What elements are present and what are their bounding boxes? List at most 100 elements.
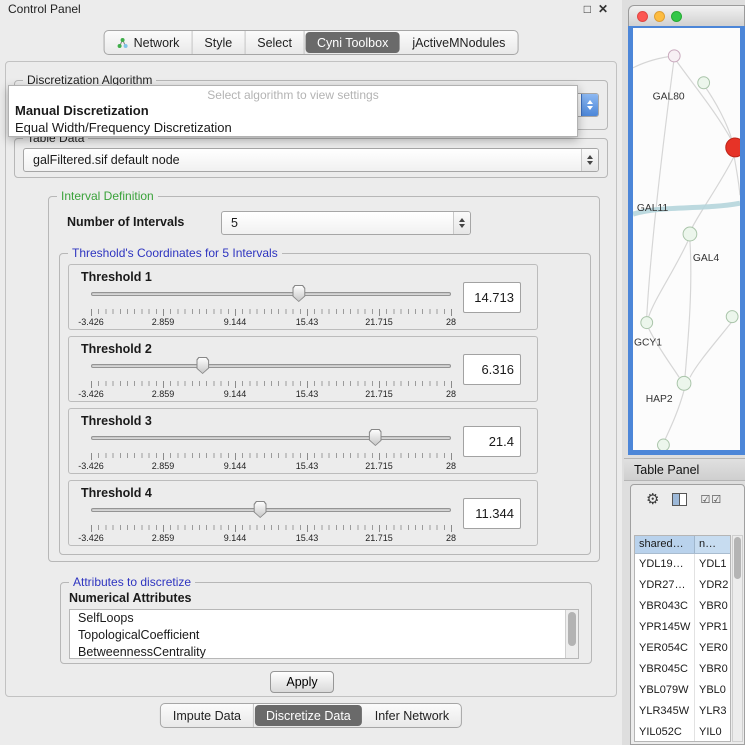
gear-icon[interactable]: ⚙ [646, 492, 659, 507]
threshold-2-slider[interactable] [91, 357, 451, 375]
threshold-4-value-field[interactable]: 11.344 [463, 498, 521, 529]
slider-thumb[interactable] [292, 285, 305, 302]
table-data-combobox[interactable]: galFiltered.sif default node [23, 148, 599, 172]
table-cell[interactable]: YIL0 [695, 722, 730, 742]
combobox-stepper-icon[interactable] [581, 94, 598, 116]
tab-jactivemnodules[interactable]: jActiveMNodules [400, 31, 517, 54]
table-cell[interactable]: YPR1 [695, 617, 730, 638]
table-cell[interactable]: YLR3 [695, 701, 730, 722]
threshold-3-slider[interactable] [91, 429, 451, 447]
tick-label: 21.715 [365, 533, 393, 543]
numerical-attributes-list: SelfLoops TopologicalCoefficient Between… [69, 609, 579, 659]
table-cell[interactable]: YLR345W [635, 701, 695, 722]
table-row[interactable]: YIL052CYIL0 [635, 722, 730, 742]
number-of-intervals-combobox[interactable]: 5 [221, 211, 471, 235]
apply-button[interactable]: Apply [270, 671, 334, 693]
tab-network[interactable]: Network [105, 31, 193, 54]
table-panel-titlebar: Table Panel [624, 458, 745, 481]
network-node[interactable] [641, 317, 653, 329]
tick-label: 15.43 [296, 389, 319, 399]
table-row[interactable]: YPR145WYPR1 [635, 617, 730, 638]
table-cell[interactable]: YDR2 [695, 575, 730, 596]
scrollbar-thumb[interactable] [568, 612, 576, 646]
network-node[interactable] [677, 376, 691, 390]
slider-track[interactable] [91, 436, 451, 440]
tick-label: -3.426 [78, 317, 104, 327]
list-item[interactable]: BetweennessCentrality [70, 644, 578, 659]
tab-cyni-toolbox[interactable]: Cyni Toolbox [306, 32, 399, 53]
tick-label: 2.859 [152, 533, 175, 543]
threshold-2-value-field[interactable]: 6.316 [463, 354, 521, 385]
node-label: GAL4 [693, 253, 720, 264]
close-traffic-light-icon[interactable] [637, 11, 648, 22]
network-node[interactable] [658, 439, 670, 450]
float-window-icon[interactable]: □ [584, 2, 591, 16]
table-cell[interactable]: YPR145W [635, 617, 695, 638]
tab-style[interactable]: Style [192, 31, 245, 54]
tab-impute-data[interactable]: Impute Data [161, 704, 254, 727]
table-cell[interactable]: YBR0 [695, 659, 730, 680]
algorithm-dropdown-popup: Select algorithm to view settings Manual… [8, 85, 578, 137]
table-row[interactable]: YLR345WYLR3 [635, 701, 730, 722]
column-header-name[interactable]: n… [695, 536, 730, 553]
table-scrollbar[interactable] [732, 535, 743, 742]
checkbox-columns-icon[interactable]: ☑☑ [700, 493, 722, 506]
network-node[interactable] [698, 77, 710, 89]
menu-item-manual-discretization[interactable]: Manual Discretization [9, 102, 577, 119]
network-node[interactable] [668, 50, 680, 62]
tick-label: 9.144 [224, 389, 247, 399]
slider-track[interactable] [91, 292, 451, 296]
slider-track[interactable] [91, 508, 451, 512]
table-cell[interactable]: YBL0 [695, 680, 730, 701]
slider-thumb[interactable] [196, 357, 209, 374]
tab-discretize-data[interactable]: Discretize Data [255, 705, 362, 726]
threshold-1-value-field[interactable]: 14.713 [463, 282, 521, 313]
table-row[interactable]: YER054CYER0 [635, 638, 730, 659]
table-cell[interactable]: YER0 [695, 638, 730, 659]
tab-select[interactable]: Select [245, 31, 305, 54]
table-row[interactable]: YDR27…YDR2 [635, 575, 730, 596]
threshold-1-slider[interactable] [91, 285, 451, 303]
slider-tick-labels: -3.4262.8599.14415.4321.71528 [91, 389, 451, 400]
slider-track[interactable] [91, 364, 451, 368]
scrollbar-thumb[interactable] [734, 537, 741, 579]
columns-icon[interactable] [672, 493, 687, 506]
tick-label: 15.43 [296, 317, 319, 327]
table-row[interactable]: YDL19…YDL1 [635, 554, 730, 575]
table-row[interactable]: YBL079WYBL0 [635, 680, 730, 701]
table-cell[interactable]: YDL19… [635, 554, 695, 575]
zoom-traffic-light-icon[interactable] [671, 11, 682, 22]
network-node[interactable] [726, 311, 738, 323]
table-cell[interactable]: YDR27… [635, 575, 695, 596]
list-scrollbar[interactable] [565, 610, 578, 658]
menu-item-equal-width-frequency[interactable]: Equal Width/Frequency Discretization [9, 119, 577, 136]
network-node-red[interactable] [726, 138, 740, 157]
list-item[interactable]: SelfLoops [70, 610, 578, 627]
threshold-4-slider[interactable] [91, 501, 451, 519]
table-cell[interactable]: YBL079W [635, 680, 695, 701]
table-row[interactable]: YBR045CYBR0 [635, 659, 730, 680]
tick-label: 21.715 [365, 317, 393, 327]
table-cell[interactable]: YDL1 [695, 554, 730, 575]
close-window-icon[interactable]: ✕ [598, 2, 608, 16]
minimize-traffic-light-icon[interactable] [654, 11, 665, 22]
combobox-stepper-icon[interactable] [581, 149, 598, 171]
slider-thumb[interactable] [254, 501, 267, 518]
network-canvas[interactable]: GAL80 GAL11 GAL4 GCY1 HAP2 [628, 26, 745, 455]
table-cell[interactable]: YER054C [635, 638, 695, 659]
slider-thumb[interactable] [369, 429, 382, 446]
tab-infer-network[interactable]: Infer Network [363, 704, 461, 727]
table-cell[interactable]: YBR0 [695, 596, 730, 617]
column-header-shared-name[interactable]: shared… [635, 536, 695, 553]
thresholds-group: Threshold's Coordinates for 5 Intervals … [59, 253, 591, 555]
network-node[interactable] [683, 227, 697, 241]
combobox-stepper-icon[interactable] [453, 212, 470, 234]
tick-label: 28 [446, 461, 456, 471]
list-item[interactable]: TopologicalCoefficient [70, 627, 578, 644]
threshold-3-value-field[interactable]: 21.4 [463, 426, 521, 457]
table-row[interactable]: YBR043CYBR0 [635, 596, 730, 617]
table-cell[interactable]: YBR045C [635, 659, 695, 680]
table-cell[interactable]: YIL052C [635, 722, 695, 742]
table-cell[interactable]: YBR043C [635, 596, 695, 617]
network-window-titlebar[interactable] [628, 5, 745, 26]
